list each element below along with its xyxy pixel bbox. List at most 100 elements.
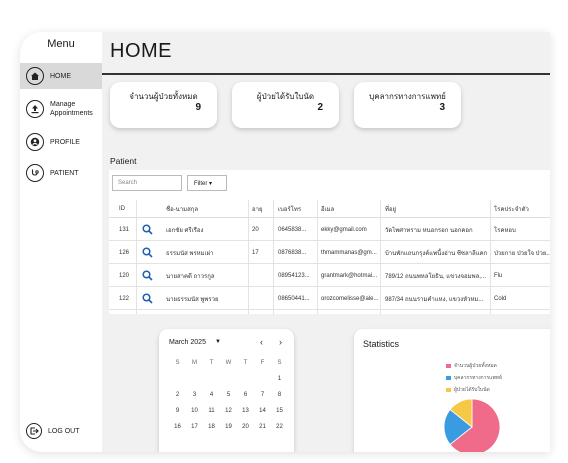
sidebar-item-patient[interactable]: PATIENT xyxy=(20,160,102,186)
cell-id: 126 xyxy=(119,249,130,256)
column-header: ชื่อ-นามสกุล xyxy=(166,206,199,213)
calendar-day[interactable]: 2 xyxy=(169,392,186,398)
column-header: อีเมล xyxy=(321,206,335,213)
cell-address: 789/12 ถนนพหลโยธิน, แขวงจอมพล,... xyxy=(385,273,486,280)
patient-heading: Patient xyxy=(110,156,137,166)
calendar-weekday: S xyxy=(277,360,282,366)
card-value: 2 xyxy=(317,102,323,113)
cell-name: ธรรมนัส พรหมเผ่า xyxy=(166,250,214,257)
search-icon[interactable] xyxy=(142,219,153,240)
calendar-day[interactable]: 8 xyxy=(271,392,288,398)
search-icon[interactable] xyxy=(142,265,153,286)
calendar-day[interactable]: 10 xyxy=(186,408,203,414)
cell-age: 17 xyxy=(252,249,259,256)
calendar-month[interactable]: March 2025 xyxy=(169,339,206,346)
logout-button[interactable]: LOG OUT xyxy=(26,423,80,439)
cell-email: orozcomelisse@ale... xyxy=(321,295,379,302)
user-icon xyxy=(26,133,44,151)
calendar-day[interactable]: 17 xyxy=(186,424,203,430)
sidebar: Menu HOME Manage Appointments PROFILE PA… xyxy=(20,32,102,452)
calendar-day[interactable]: 9 xyxy=(169,408,186,414)
legend-item: บุคลากรทางการแพทย์ xyxy=(446,374,502,382)
table-row[interactable]: 120 นายสาคดี ถาวรกูล 08954123... grantma… xyxy=(109,265,550,287)
calendar-day[interactable]: 14 xyxy=(254,408,271,414)
sidebar-item-label: PROFILE xyxy=(50,138,80,146)
cell-phone: 0876838... xyxy=(278,249,307,256)
calendar-weekday: T xyxy=(243,360,248,366)
legend-swatch xyxy=(446,388,451,392)
sidebar-item-manage-appointments[interactable]: Manage Appointments xyxy=(20,96,102,122)
search-icon[interactable] xyxy=(142,242,153,263)
calendar-widget: March 2025 ▼ ‹ › S M T W T F S 1 2 3 4 5 6 7 8 9 10 11 12 1… xyxy=(159,329,294,452)
search-icon[interactable] xyxy=(142,288,153,309)
legend-swatch xyxy=(446,376,451,380)
logout-label: LOG OUT xyxy=(48,427,80,435)
calendar-day[interactable]: 5 xyxy=(220,392,237,398)
cell-phone: 08650441... xyxy=(278,295,310,302)
filter-button[interactable]: Filter ▾ xyxy=(187,175,227,191)
calendar-day[interactable]: 21 xyxy=(254,424,271,430)
column-header: เบอร์โทร xyxy=(278,206,302,213)
calendar-weekday: W xyxy=(225,360,232,366)
title-divider xyxy=(102,73,550,75)
caret-down-icon[interactable]: ▼ xyxy=(215,339,221,345)
legend-label: จำนวนผู้ป่วยทั้งหมด xyxy=(454,363,497,369)
table-row[interactable]: 122 นายธรรมนัส พูพรวย 08650441... orozco… xyxy=(109,288,550,310)
app-window: Menu HOME Manage Appointments PROFILE PA… xyxy=(20,32,550,452)
calendar-weekday: F xyxy=(260,360,265,366)
chevron-right-icon[interactable]: › xyxy=(279,337,282,347)
cell-email: ekky@gmail.com xyxy=(321,226,367,233)
cell-phone: 08954123... xyxy=(278,272,310,279)
calendar-day[interactable]: 7 xyxy=(254,392,271,398)
calendar-day[interactable]: 16 xyxy=(169,424,186,430)
calendar-day[interactable]: 11 xyxy=(203,408,220,414)
calendar-day[interactable]: 12 xyxy=(220,408,237,414)
cell-disease: โรคหอบ xyxy=(494,227,516,234)
cell-id: 120 xyxy=(119,272,130,279)
stat-card-total-patients: จำนวนผู้ป่วยทั้งหมด 9 xyxy=(110,82,217,128)
card-value: 9 xyxy=(195,102,201,113)
column-header: ID xyxy=(119,205,125,212)
statistics-panel: Statistics จำนวนผู้ป่วยทั้งหมด บุคลากรทา… xyxy=(354,329,550,452)
table-row[interactable]: 126 ธรรมนัส พรหมเผ่า 17 0876838... thmam… xyxy=(109,242,550,264)
legend-item: จำนวนผู้ป่วยทั้งหมด xyxy=(446,362,497,370)
cell-phone: 0645838... xyxy=(278,226,307,233)
cell-address: วัดไพศาทราม หนอกรอก นอกคอก xyxy=(385,227,473,234)
stat-card-medical-staff: บุคลากรทางการแพทย์ 3 xyxy=(354,82,461,128)
home-icon xyxy=(26,67,44,85)
table-row[interactable]: 131 เอกชัย ศรีเรือง 20 0645838... ekky@g… xyxy=(109,219,550,241)
calendar-weekday: S xyxy=(175,360,180,366)
calendar-day[interactable]: 1 xyxy=(271,376,288,382)
calendar-day[interactable]: 13 xyxy=(237,408,254,414)
page-title: HOME xyxy=(110,40,172,62)
cell-email: grantmark@hotmai... xyxy=(321,272,378,279)
sidebar-item-label: Manage Appointments xyxy=(50,101,93,117)
calendar-day[interactable]: 15 xyxy=(271,408,288,414)
column-header: โรคประจำตัว xyxy=(494,206,529,213)
cell-disease: Cold xyxy=(494,295,507,302)
calendar-day[interactable]: 22 xyxy=(271,424,288,430)
calendar-day[interactable]: 6 xyxy=(237,392,254,398)
table-header: ID ชื่อ-นามสกุล อายุ เบอร์โทร อีเมล ที่อ… xyxy=(109,200,550,218)
search-input[interactable]: Search xyxy=(112,175,182,191)
cell-id: 131 xyxy=(119,226,130,233)
cell-name: นายธรรมนัส พูพรวย xyxy=(166,296,219,303)
chevron-left-icon[interactable]: ‹ xyxy=(260,337,263,347)
sidebar-item-profile[interactable]: PROFILE xyxy=(20,129,102,155)
menu-title: Menu xyxy=(47,38,75,50)
legend-item: ผู้ป่วยได้รับใบนัด xyxy=(446,386,490,394)
calendar-day[interactable]: 3 xyxy=(186,392,203,398)
legend-label: บุคลากรทางการแพทย์ xyxy=(454,375,502,381)
column-header: ที่อยู่ xyxy=(385,206,397,213)
calendar-day[interactable]: 18 xyxy=(203,424,220,430)
cell-id: 122 xyxy=(119,295,130,302)
sidebar-item-home[interactable]: HOME xyxy=(20,63,102,89)
stethoscope-icon xyxy=(26,164,44,182)
cell-email: thmammanas@gm... xyxy=(321,249,377,256)
calendar-day[interactable]: 4 xyxy=(203,392,220,398)
calendar-weekday: T xyxy=(209,360,214,366)
cell-disease: Flu xyxy=(494,272,503,279)
cell-disease: ป่วยกาย ป่วยใจ ป่วย... xyxy=(494,250,550,257)
calendar-day[interactable]: 19 xyxy=(220,424,237,430)
calendar-day[interactable]: 20 xyxy=(237,424,254,430)
